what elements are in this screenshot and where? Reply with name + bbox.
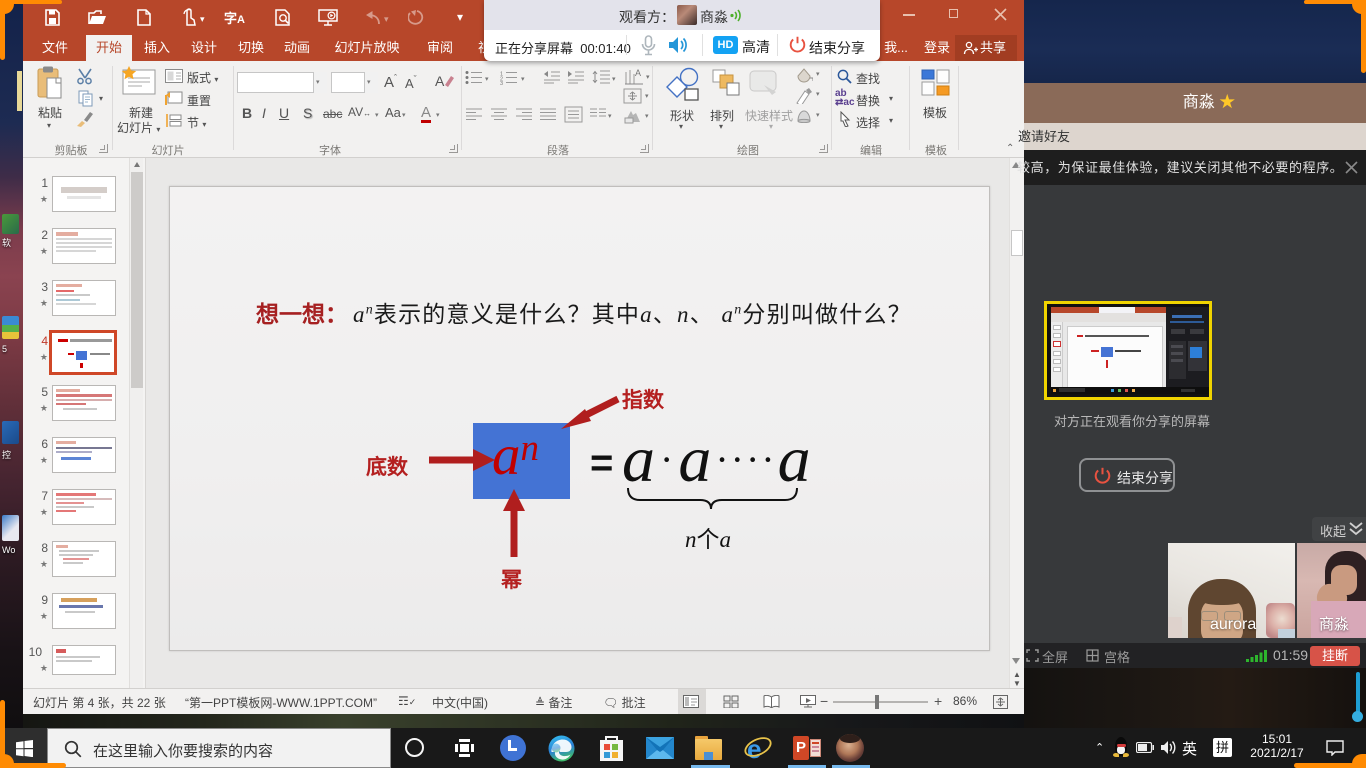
svg-text:3: 3 — [500, 81, 503, 85]
svg-text:A: A — [635, 68, 641, 78]
svg-text:A: A — [435, 73, 445, 89]
